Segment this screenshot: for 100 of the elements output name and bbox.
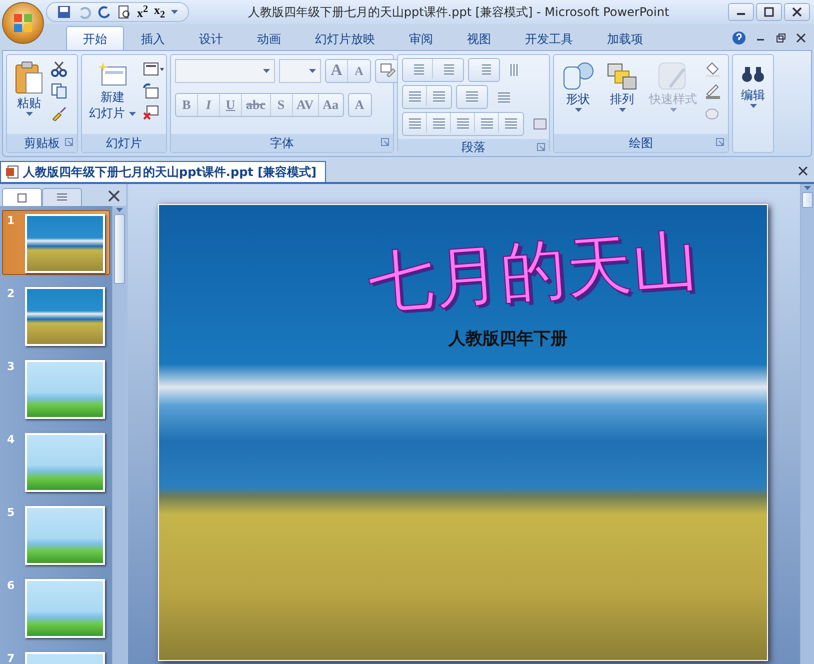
slide-thumbnail-row[interactable]: 2 <box>2 283 110 348</box>
format-button[interactable]: U <box>220 94 242 116</box>
copy-icon <box>51 83 67 99</box>
font-color-button[interactable]: A <box>348 94 370 116</box>
align-icon <box>456 116 470 130</box>
close-icon <box>792 7 802 17</box>
format-button[interactable]: I <box>198 94 220 116</box>
dropdown-arrow-icon <box>171 10 178 14</box>
presentation-file-icon <box>5 165 19 179</box>
office-button[interactable] <box>2 2 44 44</box>
maximize-button[interactable] <box>756 3 782 21</box>
reset-slide-icon <box>143 83 159 99</box>
scissors-icon <box>51 61 67 77</box>
dropdown-arrow-icon <box>804 186 811 190</box>
print-preview-icon <box>117 5 131 19</box>
dropdown-arrow-icon <box>618 108 626 112</box>
document-tab[interactable]: 人教版四年级下册七月的天山ppt课件.ppt [兼容模式] <box>0 161 326 182</box>
dialog-launcher-icon <box>716 138 724 146</box>
scrollbar[interactable] <box>112 206 126 664</box>
group-label: 幻灯片 <box>106 134 142 152</box>
slides-tab[interactable] <box>2 188 42 206</box>
paste-button[interactable]: 粘贴 <box>11 59 47 118</box>
subscript-button[interactable]: x$_{2}$ <box>154 3 165 21</box>
slide-thumbnail-row[interactable]: 1 <box>2 210 110 275</box>
grow-font-button[interactable]: A <box>326 60 348 82</box>
align-icon <box>480 116 494 130</box>
superscript-button[interactable]: x$^{2}$ <box>137 4 148 20</box>
dialog-launcher-icon <box>381 138 389 146</box>
clipboard-icon <box>14 61 44 95</box>
dropdown-arrow-icon <box>263 69 270 73</box>
indent-icon <box>432 89 446 103</box>
document-title: 人教版四年级下册七月的天山ppt课件.ppt [兼容模式] <box>23 164 317 180</box>
dropdown-arrow-icon <box>574 108 582 112</box>
slide-thumbnail-row[interactable]: 3 <box>2 356 110 421</box>
slide-number: 7 <box>7 652 16 664</box>
ribbon-tab[interactable]: 开发工具 <box>508 26 590 50</box>
slide-thumbnail-row[interactable]: 4 <box>2 429 110 494</box>
dropdown-arrow-icon <box>129 112 136 116</box>
new-slide-button[interactable]: 新建 幻灯片 <box>86 59 139 123</box>
slide-number: 1 <box>7 214 16 229</box>
close-icon <box>796 33 806 43</box>
shapes-button[interactable]: 形状 <box>558 59 598 114</box>
close-button[interactable] <box>784 3 810 21</box>
dropdown-arrow-icon <box>309 69 316 73</box>
group-label: 字体 <box>270 134 294 152</box>
font-name-field[interactable] <box>175 59 275 83</box>
format-button[interactable]: Aa <box>318 94 342 116</box>
align-icon <box>432 116 446 130</box>
dialog-launcher-icon <box>537 143 545 151</box>
columns-icon <box>465 89 479 103</box>
ribbon-tab[interactable]: 视图 <box>450 26 508 50</box>
format-button[interactable]: S <box>270 94 292 116</box>
format-button[interactable]: abc <box>242 94 270 116</box>
ribbon-tab[interactable]: 加载项 <box>590 26 660 50</box>
outline-icon <box>56 192 68 202</box>
slide-thumbnail-row[interactable]: 6 <box>2 575 110 640</box>
close-icon <box>798 166 808 176</box>
eraser-icon <box>380 63 396 77</box>
slide-number: 2 <box>7 287 16 302</box>
group-label: 段落 <box>462 139 486 156</box>
group-label: 剪贴板 <box>24 134 60 152</box>
slide-icon <box>17 192 27 202</box>
office-logo-icon <box>11 11 35 35</box>
slide-thumbnail-row[interactable]: 7 <box>2 648 110 664</box>
scrollbar-thumb[interactable] <box>802 192 813 208</box>
brush-icon <box>51 105 67 121</box>
ribbon-tab[interactable]: 插入 <box>124 26 182 50</box>
group-label: 绘图 <box>629 134 653 152</box>
ribbon-tab[interactable]: 审阅 <box>392 26 450 50</box>
dropdown-arrow-icon <box>116 208 123 212</box>
format-button[interactable]: AV <box>292 94 319 116</box>
scrollbar[interactable] <box>800 184 814 664</box>
font-size-field[interactable] <box>279 59 321 83</box>
slide-number: 5 <box>7 506 16 521</box>
editing-button[interactable]: 编辑 <box>735 59 771 110</box>
dropdown-arrow-icon <box>26 112 32 116</box>
ribbon-tab[interactable]: 幻灯片放映 <box>298 26 392 50</box>
window-title: 人教版四年级下册七月的天山ppt课件.ppt [兼容模式] - Microsoft PowerPoint <box>246 4 670 20</box>
ribbon-tab[interactable]: 动画 <box>240 26 298 50</box>
dialog-launcher-icon <box>65 138 73 146</box>
outline-tab[interactable] <box>42 188 82 206</box>
scrollbar-thumb[interactable] <box>114 214 125 284</box>
restore-icon <box>764 7 774 17</box>
ribbon-tab[interactable]: 开始 <box>66 26 124 50</box>
help-icon <box>732 31 746 45</box>
smartart-icon <box>533 117 547 131</box>
slide-subtitle: 人教版四年下册 <box>448 328 568 350</box>
dropdown-arrow-icon <box>750 104 756 108</box>
arrange-button[interactable]: 排列 <box>602 59 642 114</box>
align-icon <box>408 116 422 130</box>
shrink-font-button[interactable]: A <box>348 60 370 82</box>
layout-icon <box>143 61 165 77</box>
save-icon <box>57 5 71 19</box>
slide-thumbnail-row[interactable]: 5 <box>2 502 110 567</box>
slide-number: 6 <box>7 579 16 594</box>
close-icon <box>108 190 120 202</box>
ribbon-tab[interactable]: 设计 <box>182 26 240 50</box>
format-button[interactable]: B <box>176 94 198 116</box>
minimize-button[interactable] <box>728 3 754 21</box>
align-icon <box>497 90 511 104</box>
